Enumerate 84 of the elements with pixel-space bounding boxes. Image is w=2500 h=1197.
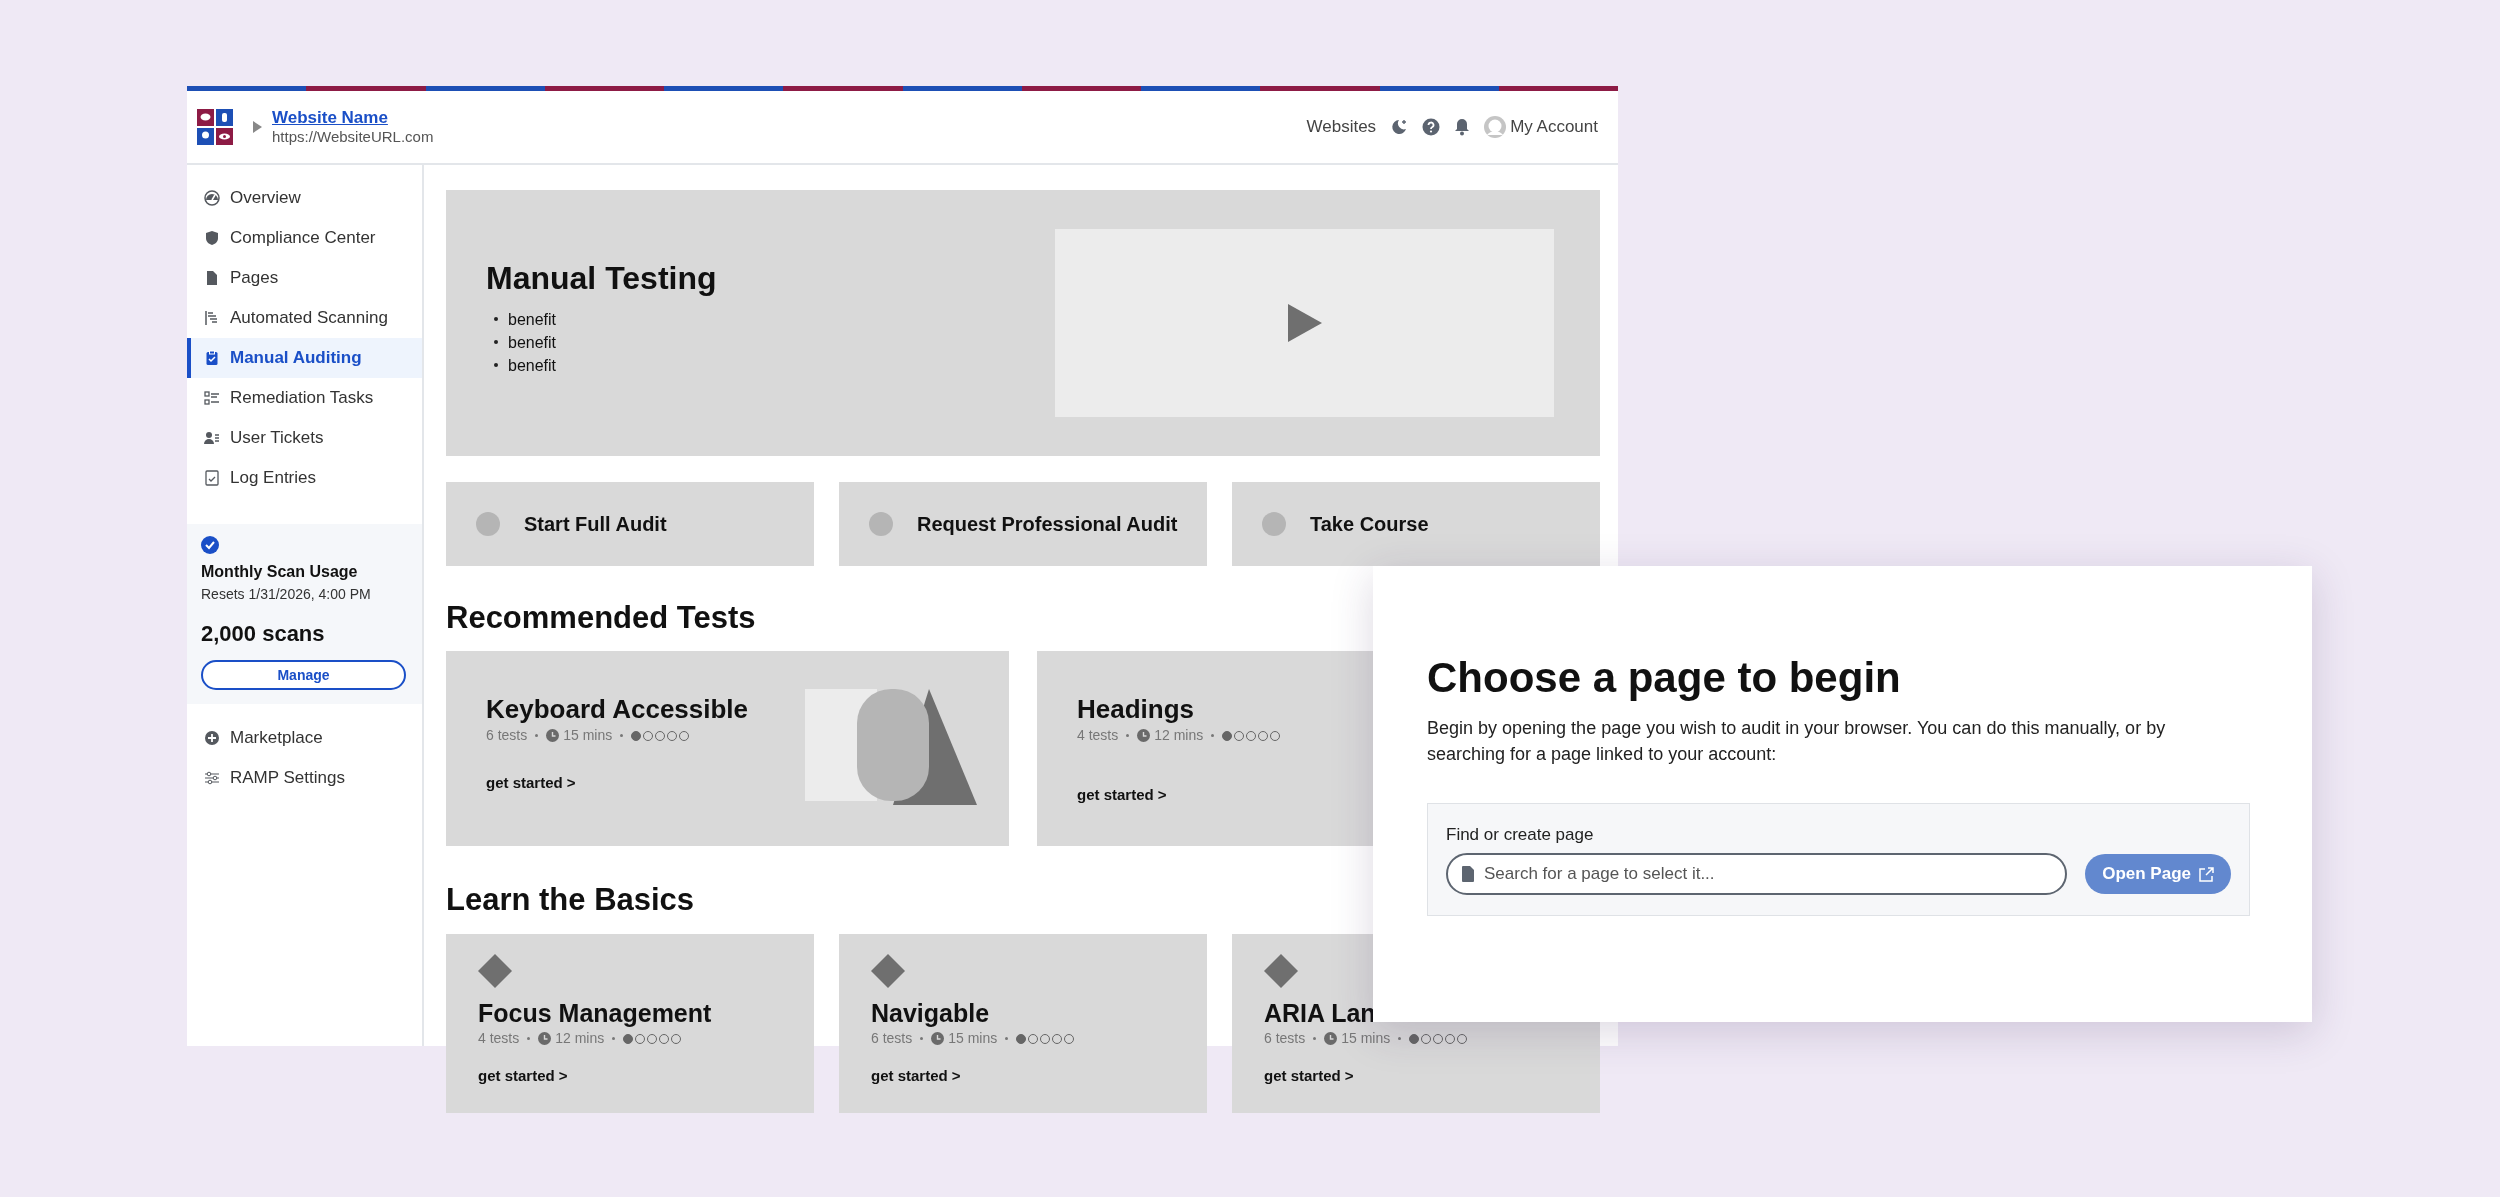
sliders-icon: [204, 770, 220, 786]
diamond-icon: [1264, 954, 1298, 988]
shield-icon: [204, 230, 220, 246]
action-card[interactable]: Take Course: [1232, 482, 1600, 566]
document-icon: [1462, 866, 1474, 882]
card-title: Focus Management: [478, 998, 713, 1028]
field-label: Find or create page: [1446, 823, 1595, 846]
play-icon[interactable]: [1287, 304, 1322, 342]
bars-icon: [204, 310, 220, 326]
sidebar-item[interactable]: Automated Scanning: [187, 298, 422, 338]
bullet-icon: [494, 363, 498, 367]
logo-icon: [197, 109, 233, 145]
benefit-text: benefit: [508, 332, 557, 353]
sidebar-item[interactable]: RAMP Settings: [187, 758, 422, 798]
manage-button[interactable]: Manage: [201, 660, 406, 690]
checkbox-icon: [204, 470, 220, 486]
website-name-link[interactable]: Website Name: [272, 107, 434, 129]
bullet-icon: [494, 340, 498, 344]
clock-icon: [546, 729, 560, 742]
dark-mode-icon[interactable]: [1390, 118, 1409, 136]
sidebar-item[interactable]: Compliance Center: [187, 218, 422, 258]
sidebar-item[interactable]: Pages: [187, 258, 422, 298]
help-icon[interactable]: [1422, 118, 1441, 136]
action-card[interactable]: Start Full Audit: [446, 482, 814, 566]
clock-icon: [1324, 1032, 1338, 1045]
test-count: 4 tests: [478, 1029, 520, 1048]
test-card[interactable]: Keyboard Accessible 6 tests 15 mins get started >: [446, 651, 1009, 846]
test-count: 4 tests: [1077, 726, 1119, 745]
diamond-icon: [478, 954, 512, 988]
diamond-icon: [871, 954, 905, 988]
card-title: Keyboard Accessible: [486, 693, 749, 725]
sidebar-item[interactable]: User Tickets: [187, 418, 422, 458]
sidebar-item[interactable]: Marketplace: [187, 718, 422, 758]
check-circle-icon: [201, 536, 219, 554]
external-link-icon: [2199, 866, 2214, 882]
sidebar-item[interactable]: Manual Auditing: [187, 338, 422, 378]
lesson-card[interactable]: Navigable 6 tests 15 mins get started >: [839, 934, 1207, 1113]
action-card[interactable]: Request Professional Audit: [839, 482, 1207, 566]
hero-title: Manual Testing: [486, 258, 717, 298]
website-url: https://WebsiteURL.com: [272, 128, 434, 147]
card-title: Navigable: [871, 998, 991, 1028]
person-list-icon: [204, 430, 220, 446]
bullet-icon: [494, 317, 498, 321]
test-count: 6 tests: [486, 726, 528, 745]
test-count: 6 tests: [871, 1029, 913, 1048]
clock-icon: [931, 1032, 945, 1045]
document-icon: [204, 270, 220, 286]
section-heading: Recommended Tests: [446, 599, 756, 637]
benefit-text: benefit: [508, 309, 557, 330]
notifications-icon[interactable]: [1454, 118, 1471, 136]
lesson-card[interactable]: Focus Management 4 tests 12 mins get started >: [446, 934, 814, 1113]
caret-icon[interactable]: [253, 121, 262, 133]
get-started-link[interactable]: get started >: [871, 1065, 961, 1088]
websites-link[interactable]: Websites: [1306, 114, 1377, 140]
sidebar-item[interactable]: Remediation Tasks: [187, 378, 422, 418]
avatar-icon: [1484, 116, 1507, 138]
usage-reset-date: Resets 1/31/2026, 4:00 PM: [201, 585, 372, 604]
account-link[interactable]: My Account: [1484, 114, 1598, 140]
section-heading: Learn the Basics: [446, 881, 695, 919]
open-page-button[interactable]: Open Page: [2085, 854, 2231, 894]
get-started-link[interactable]: get started >: [486, 772, 749, 795]
checklist-icon: [204, 390, 220, 406]
duration: 15 mins: [1341, 1029, 1391, 1048]
usage-title: Monthly Scan Usage: [201, 562, 359, 582]
card-title: Headings: [1077, 693, 1196, 725]
get-started-link[interactable]: get started >: [1264, 1065, 1354, 1088]
scan-count: 2,000 scans: [201, 620, 326, 648]
card-title: ARIA Lan: [1264, 998, 1377, 1028]
duration: 15 mins: [948, 1029, 998, 1048]
duration: 12 mins: [555, 1029, 605, 1048]
clock-icon: [538, 1032, 552, 1045]
plus-circle-icon: [204, 730, 220, 746]
gauge-icon: [204, 190, 220, 206]
test-count: 6 tests: [1264, 1029, 1306, 1048]
sidebar-item[interactable]: Overview: [187, 178, 422, 218]
duration: 15 mins: [563, 726, 613, 745]
search-field[interactable]: Search for a page to select it...: [1446, 853, 2068, 895]
clock-icon: [1137, 729, 1151, 742]
benefit-text: benefit: [508, 355, 557, 376]
clipboard-icon: [204, 350, 220, 366]
sidebar-item[interactable]: Log Entries: [187, 458, 422, 498]
duration: 12 mins: [1154, 726, 1204, 745]
get-started-link[interactable]: get started >: [478, 1065, 568, 1088]
get-started-link[interactable]: get started >: [1077, 784, 1281, 807]
